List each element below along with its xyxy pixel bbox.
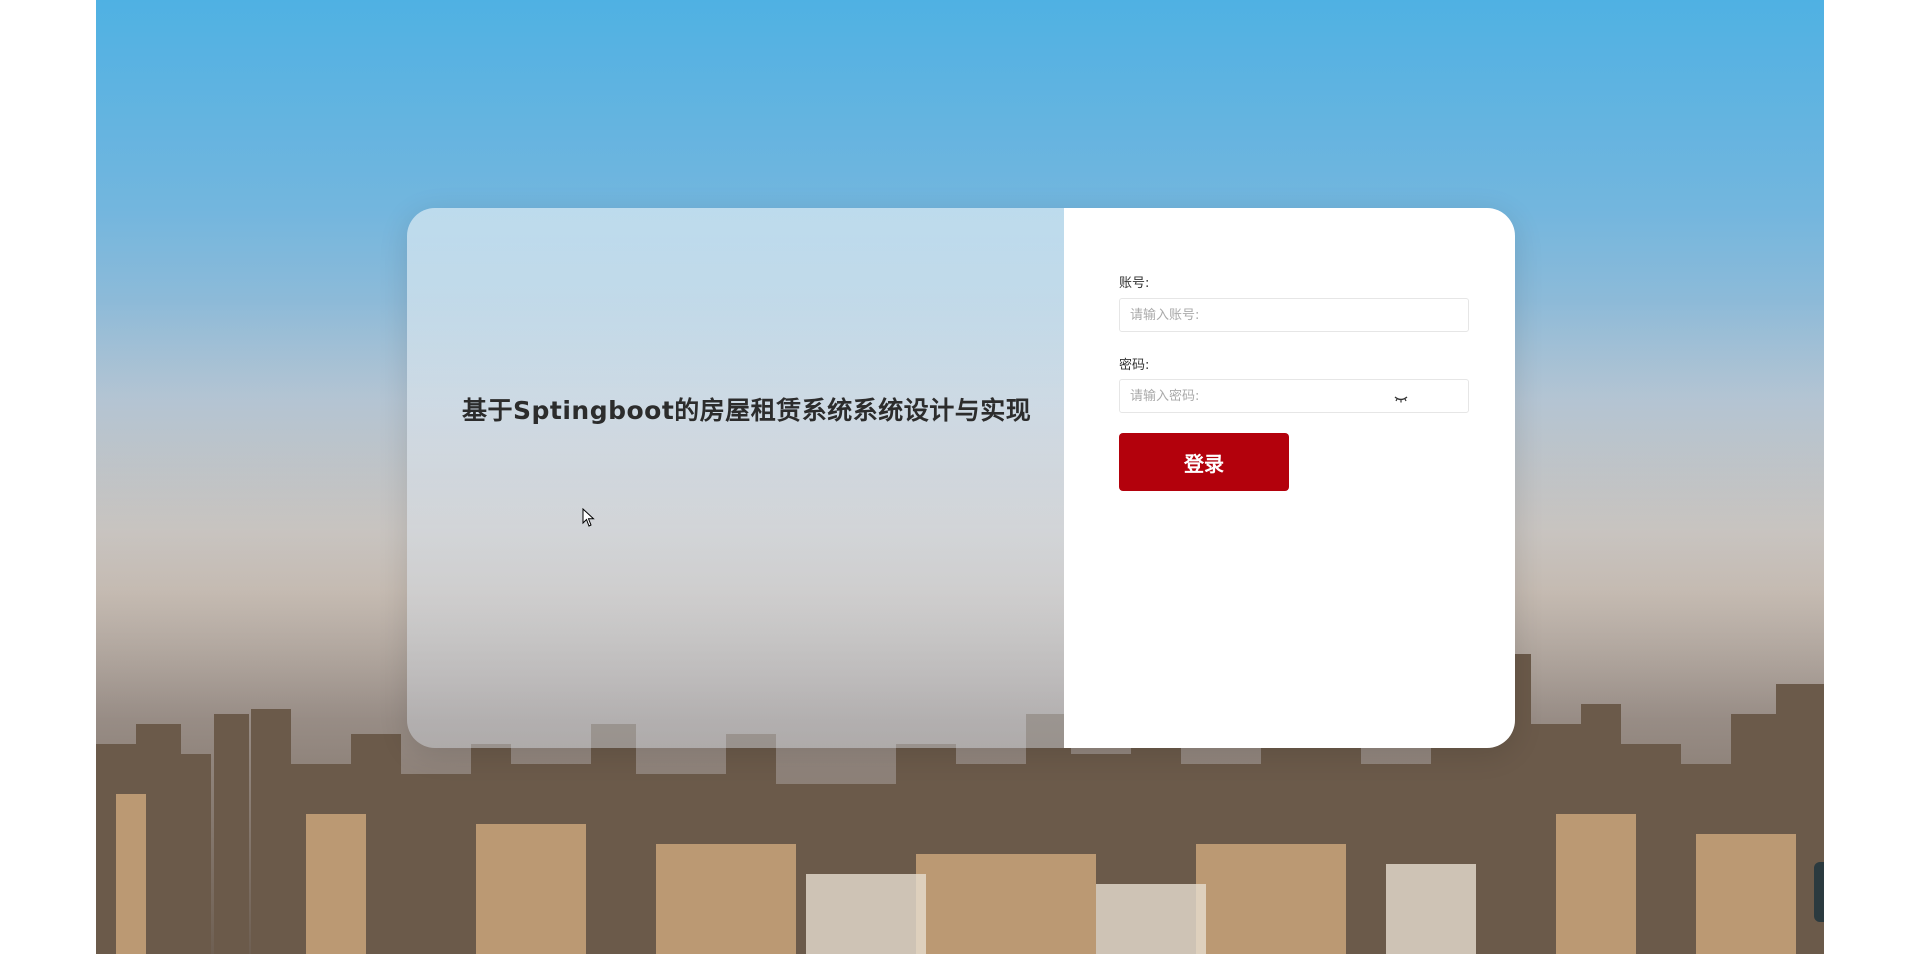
- login-form: 账号: 密码: 登录: [1064, 208, 1515, 748]
- side-widget-tab[interactable]: [1814, 862, 1824, 922]
- login-card: 基于Sptingboot的房屋租赁系统系统设计与实现 账号: 密码: 登录: [407, 208, 1515, 748]
- account-input[interactable]: [1119, 298, 1469, 332]
- account-label: 账号:: [1119, 276, 1150, 291]
- mouse-cursor-icon: [582, 507, 596, 532]
- eye-closed-icon[interactable]: [1394, 389, 1408, 408]
- page-title: 基于Sptingboot的房屋租赁系统系统设计与实现: [462, 396, 1032, 425]
- password-input[interactable]: [1119, 379, 1469, 413]
- login-button[interactable]: 登录: [1119, 433, 1289, 491]
- login-card-banner: 基于Sptingboot的房屋租赁系统系统设计与实现: [407, 208, 1064, 748]
- password-label: 密码:: [1119, 358, 1150, 373]
